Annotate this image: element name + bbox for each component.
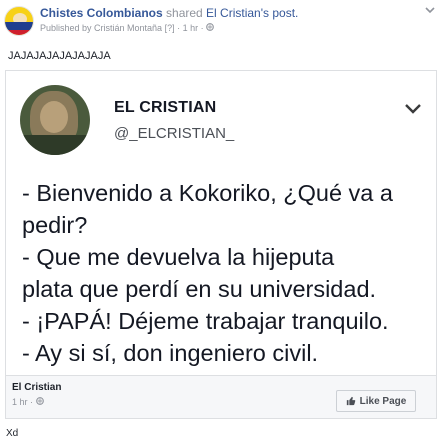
tweet-line: - Bienvenido a Kokoriko, ¿Qué va a (22, 180, 393, 206)
avatar-face (40, 101, 68, 133)
footer-time: 1 hr · (12, 397, 44, 407)
chevron-down-icon (405, 104, 421, 114)
tweet-author-handle: @_ELCRISTIAN_ (114, 125, 235, 142)
globe-icon (206, 23, 214, 33)
tweet-line: plata que perdí en su universidad. (22, 276, 377, 302)
tweet-line: - Que me devuelva la hijeputa (22, 244, 335, 270)
card-footer: El Cristian 1 hr · Like Page (5, 375, 437, 419)
globe-icon (35, 397, 44, 407)
tweet-avatar (20, 85, 90, 155)
origin-post-link[interactable]: El Cristian's post. (206, 6, 298, 20)
post-time[interactable]: [?] · 1 hr · (165, 23, 207, 33)
comment-text: Xd (6, 428, 19, 439)
header-line: Chistes Colombianos shared El Cristian's… (40, 6, 298, 20)
thumbs-up-icon (346, 396, 355, 406)
like-page-button[interactable]: Like Page (336, 390, 416, 412)
page-name-link[interactable]: Chistes Colombianos (40, 6, 163, 20)
more-options-icon[interactable] (424, 4, 436, 16)
footer-page-name[interactable]: El Cristian (12, 382, 61, 393)
post-header: Chistes Colombianos shared El Cristian's… (0, 0, 439, 46)
published-by[interactable]: Published by Cristián Montaña (40, 23, 162, 33)
page-avatar[interactable] (4, 6, 34, 36)
tweet-author-name: EL CRISTIAN (114, 99, 217, 116)
tweet-body: - Bienvenido a Kokoriko, ¿Qué va a pedir… (22, 177, 434, 369)
tweet-line: - ¡PAPÁ! Déjeme trabajar tranquilo. (22, 308, 389, 334)
shared-text: shared (162, 6, 207, 20)
avatar-shoulders (20, 135, 90, 155)
tweet-line: pedir? (22, 212, 88, 238)
shared-image-card[interactable]: EL CRISTIAN @_ELCRISTIAN_ - Bienvenido a… (5, 70, 437, 375)
post-text: JAJAJAJAJAJAJAJA (8, 50, 111, 62)
footer-time-text[interactable]: 1 hr · (12, 397, 36, 407)
avatar-stripe-blue (5, 22, 33, 30)
like-page-label: Like Page (359, 395, 407, 407)
tweet-line: - Ay si sí, don ingeniero civil. (22, 340, 319, 366)
avatar-stripe-red (5, 30, 33, 35)
post-meta: Published by Cristián Montaña [?] · 1 hr… (40, 23, 214, 33)
